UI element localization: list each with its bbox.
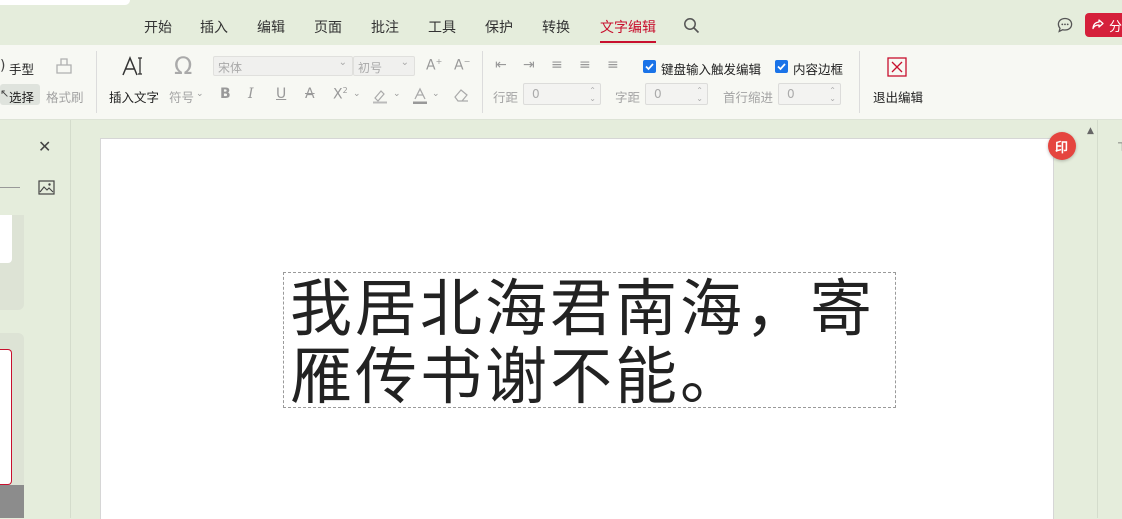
hand-tool-label[interactable]: 手型 — [9, 59, 34, 78]
divider — [96, 51, 97, 113]
exit-edit-label[interactable]: 退出编辑 — [873, 87, 923, 106]
share-button[interactable]: 分 — [1085, 13, 1122, 37]
insert-text-icon — [122, 56, 142, 76]
italic-icon[interactable]: I — [248, 87, 254, 101]
font-grow-icon[interactable]: A+ — [426, 58, 442, 73]
separator-line — [0, 187, 20, 188]
thumbnail-page-selected[interactable] — [0, 349, 12, 485]
thumbnail-panel: ✕ — [0, 120, 71, 518]
font-size-select[interactable]: 初号 ⌄ — [353, 56, 415, 76]
line-spacing-label: 行距 — [493, 90, 519, 105]
char-spacing-label: 字距 — [615, 90, 641, 105]
poem-text[interactable]: 我居北海君南海，寄 雁传书谢不能。 — [290, 275, 900, 411]
indent-input[interactable]: 0 ⌃ ⌄ — [778, 83, 841, 105]
spin-down-icon[interactable]: ⌄ — [829, 95, 836, 103]
thumbnail-card-selected — [0, 333, 24, 518]
indent-label: 首行缩进 — [723, 90, 774, 105]
tab-protect[interactable]: 保护 — [485, 17, 513, 37]
keyboard-trigger-checkbox[interactable] — [643, 60, 656, 73]
tab-page[interactable]: 页面 — [314, 17, 342, 37]
bold-icon[interactable]: B — [220, 87, 231, 101]
cursor-icon: ↖ — [0, 87, 10, 100]
image-icon[interactable] — [38, 180, 55, 195]
symbol-label[interactable]: 符号 — [169, 87, 194, 106]
stamp-badge-label: 印 — [1055, 141, 1069, 156]
check-icon — [777, 63, 786, 71]
divider — [482, 51, 483, 113]
scroll-up-icon[interactable]: ▲ — [1087, 126, 1094, 136]
chevron-down-icon: ⌄ — [353, 89, 361, 99]
font-name-select[interactable]: 宋体 ⌄ — [213, 56, 353, 76]
content-border-checkbox[interactable] — [775, 60, 788, 73]
strikethrough-icon[interactable]: A — [305, 87, 315, 101]
panel-tab-icon[interactable]: ⊤ — [1117, 140, 1122, 154]
font-size-value: 初号 — [358, 61, 383, 75]
exit-edit-icon[interactable] — [887, 57, 907, 77]
tab-text-edit[interactable]: 文字编辑 — [600, 17, 656, 43]
chevron-down-icon: ⌄ — [432, 89, 440, 99]
select-tool-label: 选择 — [9, 90, 35, 105]
hand-icon: ) — [0, 58, 6, 74]
indent-increase-icon[interactable]: ⇥ — [523, 58, 535, 72]
search-icon[interactable] — [683, 17, 700, 34]
underline-icon[interactable]: U — [276, 87, 286, 101]
select-tool-button[interactable]: ↖ 选择 — [0, 84, 40, 105]
tab-tools[interactable]: 工具 — [428, 17, 456, 37]
align-right-icon[interactable]: ≡ — [607, 58, 619, 72]
right-panel: ▲ ⊤ — [1087, 120, 1122, 518]
chevron-down-icon: ⌄ — [400, 57, 409, 68]
spin-down-icon[interactable]: ⌄ — [696, 95, 703, 103]
line-spacing-value: 0 — [532, 87, 540, 101]
font-name-value: 宋体 — [218, 61, 243, 75]
tab-edit[interactable]: 编辑 — [257, 17, 285, 37]
spin-down-icon[interactable]: ⌄ — [589, 95, 596, 103]
line-spacing-input[interactable]: 0 ⌃ ⌄ — [523, 83, 601, 105]
keyboard-trigger-label[interactable]: 键盘输入触发编辑 — [661, 59, 761, 78]
font-shrink-icon[interactable]: A− — [454, 58, 470, 73]
align-center-icon[interactable]: ≡ — [579, 58, 591, 72]
tab-insert[interactable]: 插入 — [200, 17, 228, 37]
ribbon-toolbar: ) 手型 ↖ 选择 格式刷 插入文字 Ω 符号 ⌄ 宋体 ⌄ 初号 ⌄ A+ A… — [0, 45, 1122, 120]
tab-convert[interactable]: 转换 — [542, 17, 570, 37]
eraser-icon[interactable] — [452, 87, 470, 103]
format-brush-icon — [56, 58, 72, 74]
comment-icon[interactable] — [1056, 16, 1074, 34]
check-icon — [645, 63, 654, 71]
thumbnail-page[interactable] — [0, 215, 12, 263]
share-icon — [1092, 19, 1104, 30]
share-label: 分 — [1109, 20, 1122, 35]
stamp-badge[interactable]: 印 — [1048, 132, 1076, 160]
menu-bar: 开始 插入 编辑 页面 批注 工具 保护 转换 文字编辑 分 — [0, 0, 1122, 45]
omega-icon: Ω — [174, 52, 193, 80]
font-color-icon[interactable] — [411, 87, 429, 105]
format-brush-label[interactable]: 格式刷 — [46, 87, 84, 106]
indent-decrease-icon[interactable]: ⇤ — [495, 58, 507, 72]
align-left-icon[interactable]: ≡ — [551, 58, 563, 72]
char-spacing-value: 0 — [654, 87, 662, 101]
highlight-icon[interactable] — [371, 87, 389, 105]
divider — [859, 51, 860, 113]
insert-text-label[interactable]: 插入文字 — [109, 87, 159, 106]
chevron-down-icon: ⌄ — [338, 57, 347, 68]
content-border-label[interactable]: 内容边框 — [793, 59, 843, 78]
chevron-down-icon: ⌄ — [196, 89, 204, 99]
indent-value: 0 — [787, 87, 795, 101]
close-icon[interactable]: ✕ — [38, 137, 51, 156]
title-strip — [0, 0, 130, 5]
tab-start[interactable]: 开始 — [144, 17, 172, 37]
tab-annotate[interactable]: 批注 — [371, 17, 399, 37]
thumbnail-card — [0, 215, 24, 310]
text-box[interactable]: 我居北海君南海，寄 雁传书谢不能。 — [283, 272, 896, 411]
thumbnail-shadow — [0, 485, 24, 518]
superscript-icon[interactable]: X2 — [333, 87, 348, 102]
chevron-down-icon: ⌄ — [393, 89, 401, 99]
char-spacing-input[interactable]: 0 ⌃ ⌄ — [645, 83, 708, 105]
